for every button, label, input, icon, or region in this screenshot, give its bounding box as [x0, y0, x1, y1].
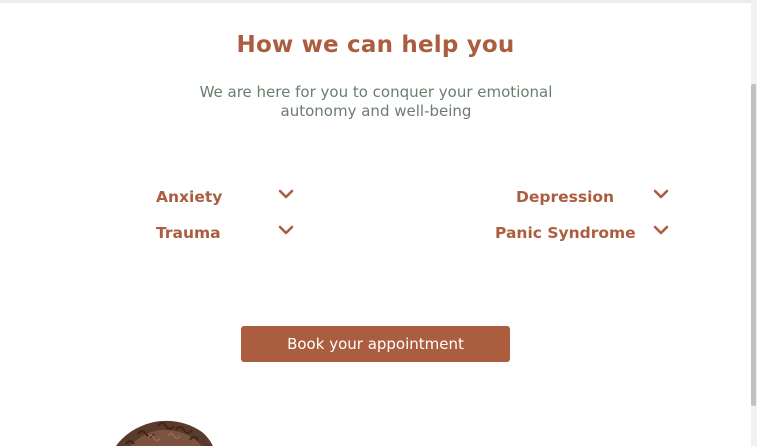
- accordion-item-trauma[interactable]: Trauma: [156, 224, 296, 248]
- accordion-item-panic-syndrome[interactable]: Panic Syndrome: [495, 224, 671, 248]
- section-title: How we can help you: [236, 32, 515, 58]
- chevron-down-icon: [278, 225, 294, 235]
- scrollbar-thumb[interactable]: [751, 84, 756, 406]
- accordion-label: Panic Syndrome: [495, 224, 636, 242]
- page-scrollbar[interactable]: [751, 0, 757, 446]
- accordion-label: Depression: [516, 188, 615, 206]
- book-appointment-button[interactable]: Book your appointment: [241, 326, 510, 362]
- chevron-down-icon: [278, 189, 294, 199]
- accordion-item-depression[interactable]: Depression: [516, 188, 671, 212]
- section-subtitle: We are here for you to conquer your emot…: [199, 83, 553, 120]
- chevron-down-icon: [653, 189, 669, 199]
- chevron-down-icon: [653, 225, 669, 235]
- accordion-label: Trauma: [156, 224, 221, 242]
- page-content: How we can help you We are here for you …: [0, 3, 751, 446]
- hero-photo: [116, 420, 213, 446]
- accordion-label: Anxiety: [156, 188, 223, 206]
- accordion-item-anxiety[interactable]: Anxiety: [156, 188, 296, 212]
